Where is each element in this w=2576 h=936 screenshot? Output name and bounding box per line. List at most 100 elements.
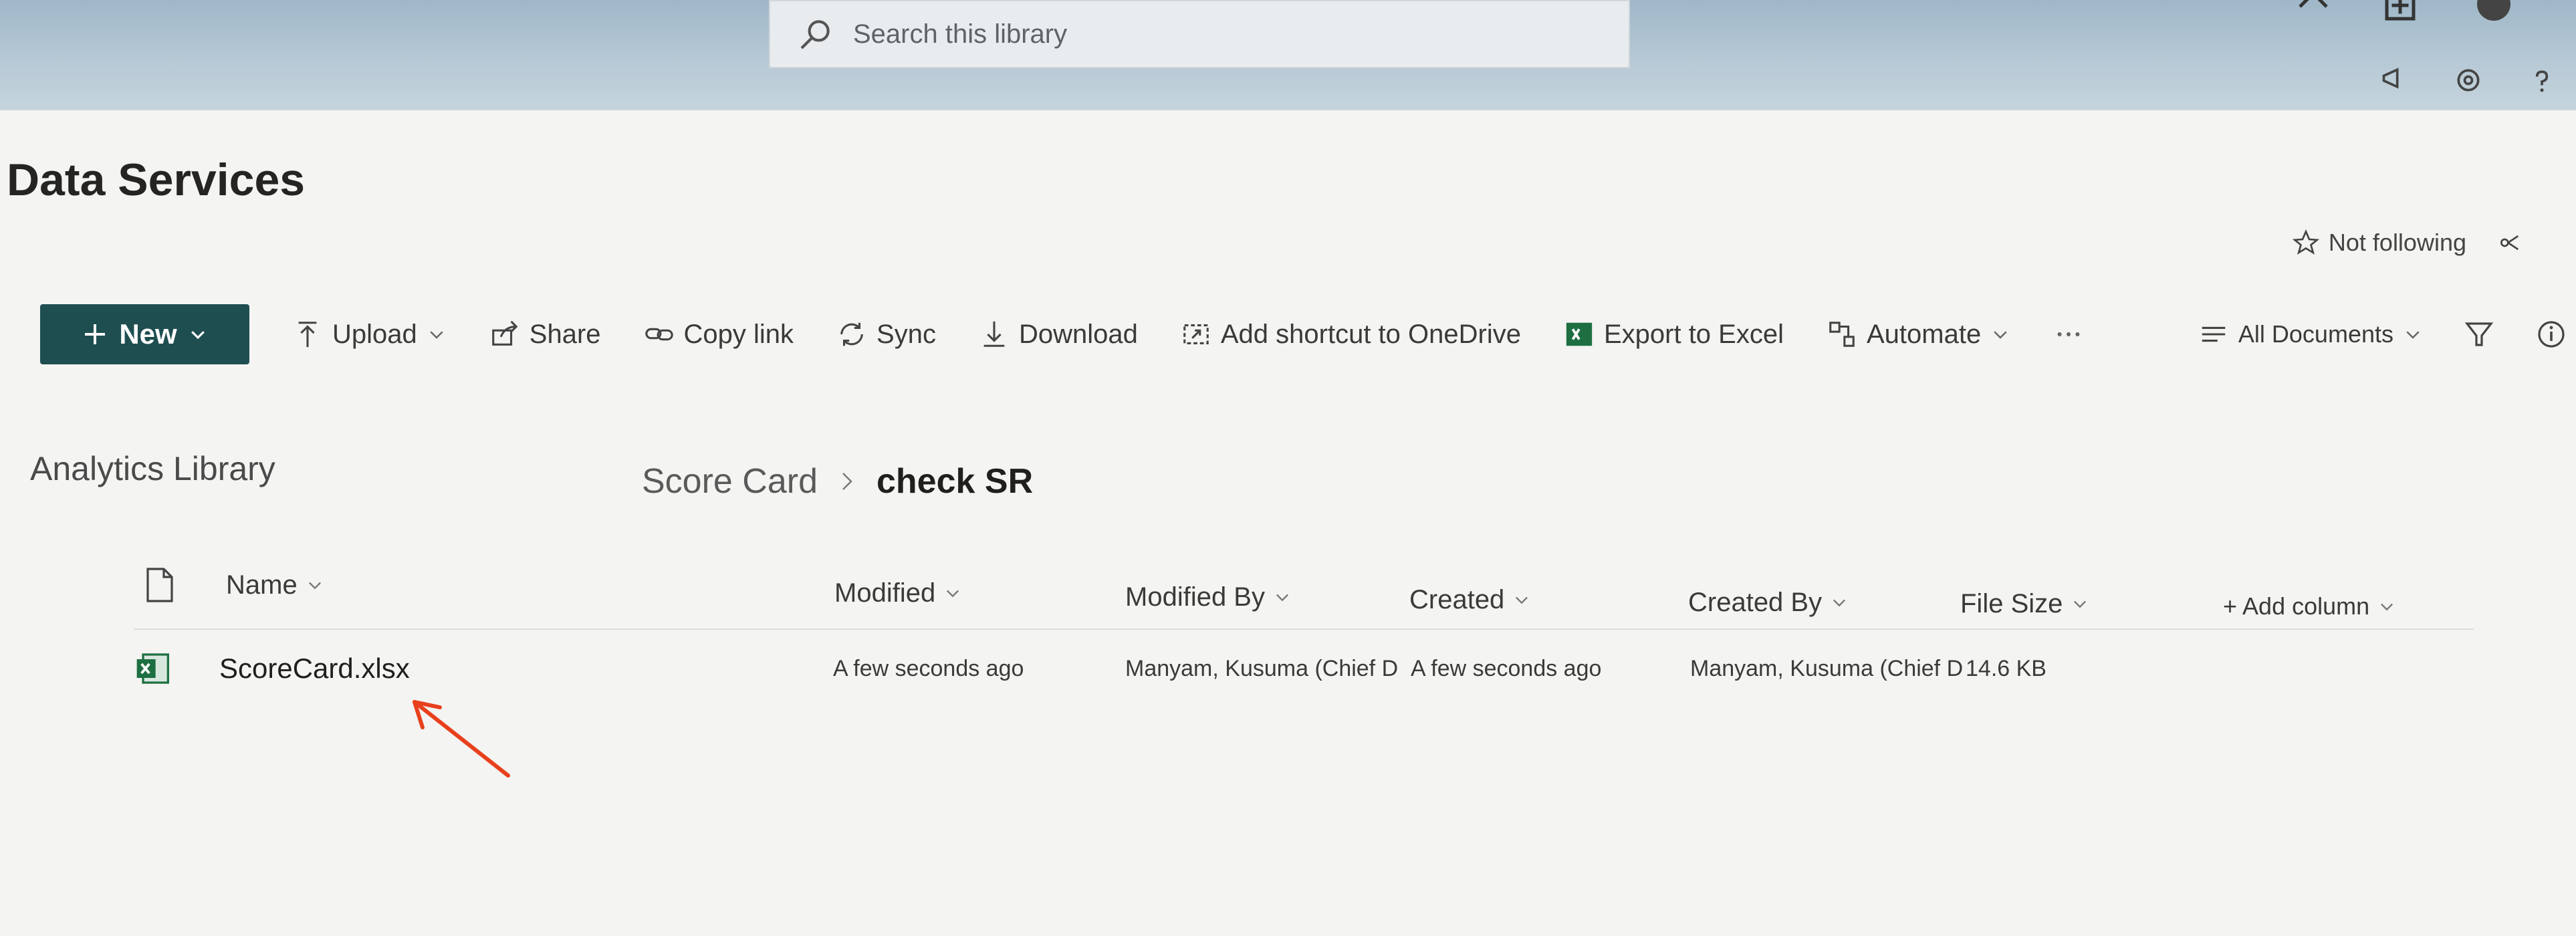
command-bar: New Upload Share Copy link Sync Download…: [40, 298, 2567, 371]
sync-label: Sync: [876, 319, 936, 349]
sync-button[interactable]: Sync: [836, 319, 936, 350]
chevron-down-icon: [430, 331, 443, 339]
chevron-down-icon: [2381, 603, 2393, 611]
created-cell: A few seconds ago: [1411, 638, 1601, 699]
follow-toggle[interactable]: Not following: [2292, 229, 2523, 257]
download-label: Download: [1018, 319, 1138, 349]
chevron-down-icon: [191, 331, 205, 340]
upload-label: Upload: [332, 319, 417, 349]
search-icon: [800, 20, 830, 49]
excel-file-icon: [136, 653, 169, 684]
chevron-down-icon: [1833, 599, 1846, 607]
modified-by-value[interactable]: Manyam, Kusuma (Chief D: [1125, 656, 1398, 682]
created-value: A few seconds ago: [1411, 655, 1602, 681]
table-row[interactable]: ScoreCard.xlsx A few seconds ago Manyam,…: [0, 638, 2576, 699]
suite-bar: Search this library: [0, 0, 2576, 110]
download-icon: [983, 321, 1005, 347]
breadcrumb: Score Card check SR: [642, 461, 1033, 501]
more-options-button[interactable]: [2053, 319, 2084, 350]
modified-by-header-label: Modified By: [1125, 582, 1265, 612]
help-icon[interactable]: [2527, 67, 2557, 96]
search-placeholder: Search this library: [853, 19, 1068, 49]
download-button[interactable]: Download: [979, 319, 1138, 350]
name-column-header[interactable]: Name: [226, 555, 324, 615]
share-icon: [491, 320, 518, 346]
ellipsis-icon: [2057, 332, 2080, 337]
share-label: Share: [529, 319, 601, 349]
view-selector[interactable]: All Documents: [2198, 319, 2423, 350]
header-divider: [134, 628, 2474, 630]
file-size-value: 14.6 KB: [1966, 655, 2046, 681]
copy-link-label: Copy link: [683, 319, 794, 349]
file-type-cell: [134, 638, 171, 699]
file-type-header[interactable]: [144, 555, 176, 615]
upload-icon: [298, 322, 317, 348]
file-size-cell: 14.6 KB: [1966, 638, 2046, 699]
created-by-header-label: Created By: [1688, 587, 1823, 617]
add-column-label: + Add column: [2223, 592, 2370, 620]
created-by-cell[interactable]: Manyam, Kusuma (Chief D: [1690, 638, 1963, 699]
view-label: All Documents: [2238, 320, 2393, 348]
plus-icon: [85, 324, 106, 344]
automate-icon: [1829, 322, 1855, 347]
created-by-column-header[interactable]: Created By: [1688, 572, 1849, 632]
created-column-header[interactable]: Created: [1409, 570, 1531, 630]
breadcrumb-parent[interactable]: Score Card: [642, 461, 818, 501]
file-name-link[interactable]: ScoreCard.xlsx: [219, 653, 410, 685]
modified-header-label: Modified: [834, 578, 936, 608]
shortcut-icon: [1183, 324, 1209, 344]
link-icon: [645, 328, 673, 341]
export-excel-button[interactable]: Export to Excel: [1564, 319, 1784, 350]
modified-by-cell[interactable]: Manyam, Kusuma (Chief D: [1125, 638, 1398, 699]
file-size-header-label: File Size: [1960, 588, 2063, 618]
chevron-down-icon: [1276, 594, 1288, 602]
excel-icon: [1566, 322, 1593, 346]
settings-icon[interactable]: [2454, 66, 2483, 95]
table-header: Name Modified Modified By Created Create…: [0, 555, 2576, 620]
sync-icon: [840, 322, 863, 346]
add-shortcut-button[interactable]: Add shortcut to OneDrive: [1181, 319, 1521, 350]
new-button[interactable]: New: [40, 304, 249, 364]
file-name-cell[interactable]: ScoreCard.xlsx: [219, 638, 410, 699]
list-view-icon: [2202, 326, 2226, 342]
chevron-down-icon: [1516, 596, 1528, 604]
annotation-arrow-icon: [413, 700, 510, 778]
upload-button[interactable]: Upload: [292, 319, 447, 350]
created-by-value[interactable]: Manyam, Kusuma (Chief D: [1690, 656, 1963, 682]
site-share-icon[interactable]: [2496, 229, 2523, 256]
filter-icon[interactable]: [2463, 318, 2495, 350]
modified-column-header[interactable]: Modified: [834, 563, 962, 623]
add-column-button[interactable]: + Add column: [2223, 576, 2396, 636]
info-icon[interactable]: [2535, 318, 2567, 350]
automate-label: Automate: [1866, 319, 1982, 349]
export-excel-label: Export to Excel: [1603, 319, 1784, 349]
share-button[interactable]: Share: [489, 319, 601, 350]
chevron-down-icon: [2406, 331, 2420, 339]
add-shortcut-label: Add shortcut to OneDrive: [1220, 319, 1521, 349]
modified-value: A few seconds ago: [833, 655, 1024, 681]
library-name[interactable]: Analytics Library: [30, 449, 275, 488]
chevron-down-icon: [308, 582, 321, 590]
file-size-column-header[interactable]: File Size: [1960, 574, 2089, 634]
created-header-label: Created: [1409, 584, 1505, 614]
chevron-right-icon: [842, 473, 852, 490]
new-label: New: [119, 318, 177, 350]
add-icon[interactable]: [2380, 0, 2420, 25]
copy-link-button[interactable]: Copy link: [644, 319, 794, 350]
chevron-down-icon: [1994, 331, 2007, 339]
chevron-down-icon: [947, 590, 959, 598]
follow-label: Not following: [2328, 229, 2466, 256]
name-header-label: Name: [226, 570, 298, 600]
share-icon[interactable]: [2293, 0, 2333, 27]
chevron-down-icon: [2074, 600, 2087, 608]
modified-by-column-header[interactable]: Modified By: [1125, 567, 1292, 627]
modified-cell: A few seconds ago: [833, 638, 1024, 699]
breadcrumb-current: check SR: [876, 462, 1034, 501]
site-title: Data Services: [7, 154, 306, 205]
megaphone-icon[interactable]: [2380, 64, 2410, 93]
automate-button[interactable]: Automate: [1827, 319, 2010, 350]
document-icon: [146, 568, 173, 602]
avatar-icon[interactable]: [2474, 0, 2514, 24]
search-box[interactable]: Search this library: [769, 0, 1630, 68]
page: Search this library Data Services Not fo…: [0, 0, 2576, 936]
